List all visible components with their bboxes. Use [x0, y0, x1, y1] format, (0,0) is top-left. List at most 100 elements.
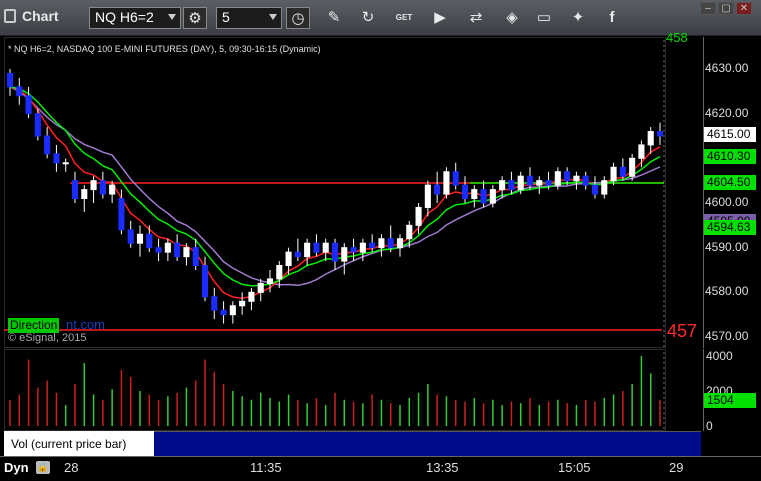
candle-body	[526, 175, 534, 186]
time-tick-label: 28	[64, 460, 79, 475]
candle-body	[266, 278, 274, 284]
candle-body	[582, 175, 589, 186]
volume-tick-label: 4000	[706, 349, 733, 363]
price-tick-label: 4590.00	[705, 239, 749, 254]
watermark-text: nt.com	[66, 317, 106, 332]
time-tick-label: 15:05	[558, 460, 591, 475]
volume-study-label[interactable]: Vol (current price bar)	[4, 431, 154, 456]
top-green-label: 458	[666, 30, 688, 45]
time-tick-label: 13:35	[426, 460, 459, 475]
price-badge: 4610.30	[704, 149, 756, 164]
candle-body	[601, 180, 608, 195]
candle-body	[118, 198, 125, 231]
candle-body	[647, 131, 654, 146]
candle-body	[350, 247, 357, 253]
candle-body	[164, 242, 171, 253]
candle-body	[174, 242, 181, 258]
candle-body	[136, 233, 144, 244]
candle-body	[25, 95, 32, 115]
copyright-text: © eSignal, 2015	[8, 332, 87, 344]
candle-body	[201, 265, 209, 298]
candle-body	[480, 189, 487, 204]
red-line-label: 457	[666, 321, 697, 341]
candle-body	[62, 162, 69, 165]
candle-body	[257, 282, 264, 293]
price-tick-label: 4600.00	[705, 195, 749, 209]
candle-body	[452, 171, 459, 186]
price-badge: 4604.50	[704, 175, 756, 190]
candle-body	[239, 300, 246, 307]
candle-body	[220, 309, 227, 316]
candle-body	[489, 189, 496, 204]
price-tick-label: 4620.00	[705, 105, 749, 120]
candle-body	[53, 153, 60, 164]
candle-body	[629, 157, 636, 177]
candle-body	[638, 144, 645, 159]
time-tick-label: 11:35	[250, 460, 282, 475]
chart-canvas[interactable]	[0, 0, 761, 481]
candle-body	[341, 247, 348, 262]
candle-body	[471, 189, 478, 200]
candle-body	[248, 291, 255, 302]
price-badge: 4594.63	[704, 220, 756, 235]
candle-body	[109, 184, 116, 195]
candle-body	[322, 242, 329, 253]
candle-body	[461, 184, 469, 200]
price-badge: 4615.00	[704, 127, 756, 142]
dyn-label[interactable]: Dyn	[4, 460, 29, 475]
candle-body	[536, 180, 543, 186]
candle-body	[127, 229, 134, 244]
lock-icon[interactable]: 🔒	[36, 461, 50, 474]
candle-body	[211, 296, 218, 311]
candle-body	[81, 189, 88, 200]
candle-body	[554, 171, 561, 186]
candle-body	[406, 224, 413, 240]
volume-tick-label: 0	[706, 419, 713, 433]
candle-body	[424, 184, 431, 208]
candle-body	[610, 166, 617, 182]
candle-body	[90, 180, 97, 191]
price-tick-label: 4630.00	[705, 61, 749, 75]
candle-body	[415, 206, 422, 226]
volume-value-badge: 1504	[704, 393, 756, 408]
candle-body	[44, 135, 51, 155]
candle-body	[508, 180, 515, 191]
candle-body	[192, 247, 199, 267]
candle-body	[591, 184, 599, 195]
candle-body	[369, 242, 376, 249]
candle-body	[396, 238, 404, 249]
candle-body	[183, 247, 190, 258]
time-tick-label: 29	[669, 460, 684, 475]
candle-body	[276, 265, 283, 280]
candle-body	[71, 180, 79, 200]
direction-badge[interactable]: Direction	[8, 318, 60, 333]
candle-body	[331, 242, 339, 262]
candle-body	[359, 242, 366, 253]
candle-body	[313, 242, 320, 253]
time-axis[interactable]	[0, 456, 761, 481]
candle-body	[229, 305, 236, 316]
candle-body	[99, 180, 106, 195]
candle-body	[34, 113, 41, 137]
candle-body	[294, 251, 301, 258]
candle-body	[564, 171, 571, 182]
candle-body	[16, 86, 23, 97]
candle-body	[304, 242, 311, 258]
candle-body	[378, 238, 385, 249]
candle-body	[434, 184, 441, 195]
candle-body	[146, 233, 153, 249]
candle-body	[619, 166, 626, 177]
close-study-icon[interactable]: ✕	[143, 431, 152, 444]
price-tick-label: 4580.00	[705, 284, 749, 299]
candle-body	[573, 175, 580, 182]
candle-body	[285, 251, 292, 267]
series-title: * NQ H6=2, NASDAQ 100 E-MINI FUTURES (DA…	[8, 44, 321, 54]
candle-body	[155, 247, 162, 253]
candle-body	[656, 131, 664, 137]
candle-body	[499, 180, 506, 191]
candle-body	[517, 175, 524, 191]
candle-body	[387, 238, 394, 249]
candle-body	[6, 72, 14, 88]
candle-body	[545, 180, 552, 186]
candle-body	[443, 171, 450, 195]
